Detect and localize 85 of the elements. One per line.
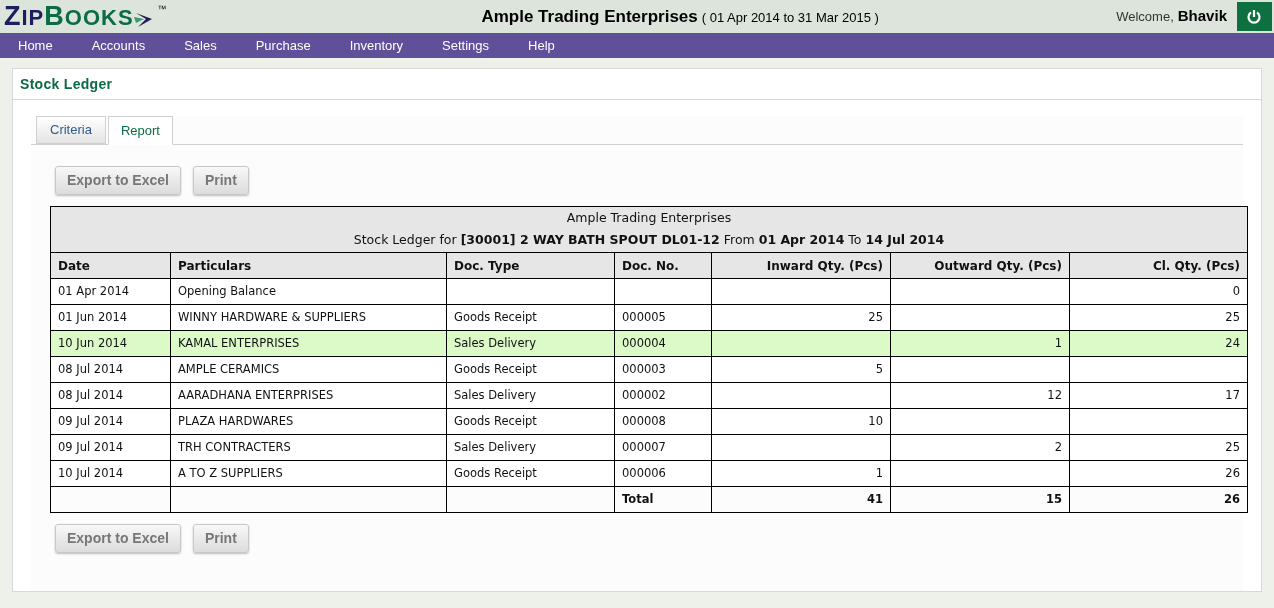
- power-icon: [1246, 8, 1263, 25]
- company-name: Ample Trading Enterprises: [481, 5, 698, 28]
- column-header: Particulars: [170, 252, 447, 279]
- table-cell: 01 Apr 2014: [50, 278, 171, 305]
- table-cell: 25: [1069, 304, 1248, 331]
- table-cell: PLAZA HARDWARES: [170, 408, 447, 435]
- nav-item[interactable]: Settings: [424, 35, 508, 56]
- table-cell: 000006: [614, 460, 712, 487]
- table-cell: Sales Delivery: [446, 330, 615, 357]
- table-cell: WINNY HARDWARE & SUPPLIERS: [170, 304, 447, 331]
- table-cell: Goods Receipt: [446, 408, 615, 435]
- nav-item[interactable]: Home: [0, 35, 71, 56]
- table-cell: 09 Jul 2014: [50, 408, 171, 435]
- total-cell: 26: [1069, 486, 1248, 513]
- table-cell: A TO Z SUPPLIERS: [170, 460, 447, 487]
- table-cell: 000002: [614, 382, 712, 409]
- table-row[interactable]: 09 Jul 2014 PLAZA HARDWARES Goods Receipt 000008 10: [50, 408, 1248, 435]
- zipbooks-logo: ZIPBOOKS ™: [4, 0, 168, 34]
- export-excel-button[interactable]: Export to Excel: [55, 524, 181, 553]
- column-header: Cl. Qty. (Pcs): [1069, 252, 1248, 279]
- table-cell: AMPLE CERAMICS: [170, 356, 447, 383]
- total-cell: Total: [614, 486, 712, 513]
- table-cell: 000008: [614, 408, 712, 435]
- table-cell: 000007: [614, 434, 712, 461]
- table-row[interactable]: 09 Jul 2014 TRH CONTRACTERS Sales Delivery 000007 2 25: [50, 434, 1248, 461]
- table-cell: 2: [890, 434, 1070, 461]
- power-button[interactable]: [1237, 2, 1272, 31]
- user-name: Bhavik: [1177, 6, 1227, 27]
- table-cell: Sales Delivery: [446, 434, 615, 461]
- table-row[interactable]: 01 Jun 2014 WINNY HARDWARE & SUPPLIERS Goods Receipt 000005 25 25: [50, 304, 1248, 331]
- table-cell: TRH CONTRACTERS: [170, 434, 447, 461]
- table-cell: 08 Jul 2014: [50, 356, 171, 383]
- table-cell: 000003: [614, 356, 712, 383]
- nav-item[interactable]: Help: [510, 35, 573, 56]
- table-cell: 000005: [614, 304, 712, 331]
- report-title: Ample Trading Enterprises: [565, 209, 733, 228]
- table-row[interactable]: 10 Jul 2014 A TO Z SUPPLIERS Goods Receipt 000006 1 26: [50, 460, 1248, 487]
- table-cell: AARADHANA ENTERPRISES: [170, 382, 447, 409]
- nav-item[interactable]: Purchase: [237, 35, 329, 56]
- table-cell: 12: [890, 382, 1070, 409]
- period-text: ( 01 Apr 2014 to 31 Mar 2015 ): [701, 8, 879, 27]
- total-cell: 41: [711, 486, 891, 513]
- tab[interactable]: Report: [107, 116, 173, 145]
- table-cell: 08 Jul 2014: [50, 382, 171, 409]
- column-header: Outward Qty. (Pcs): [890, 252, 1070, 279]
- table-row[interactable]: 08 Jul 2014 AARADHANA ENTERPRISES Sales Delivery 000002 12 17: [50, 382, 1248, 409]
- table-cell: 1: [890, 330, 1070, 357]
- page-title: Stock Ledger: [20, 74, 113, 94]
- nav-item[interactable]: Sales: [166, 35, 235, 56]
- table-cell: 10: [711, 408, 891, 435]
- table-cell: 1: [711, 460, 891, 487]
- table-cell: Opening Balance: [170, 278, 447, 305]
- column-header: Doc. Type: [446, 252, 615, 279]
- report-subtitle: Stock Ledger for [30001] 2 WAY BATH SPOUT DL01-12 From 01 Apr 2014 To 14 Jul 2014: [352, 231, 946, 249]
- welcome-text: Welcome,: [1116, 7, 1174, 26]
- nav-item[interactable]: Inventory: [331, 35, 422, 56]
- table-row[interactable]: 08 Jul 2014 AMPLE CERAMICS Goods Receipt 000003 5: [50, 356, 1248, 383]
- table-cell: 25: [1069, 434, 1248, 461]
- table-cell: 25: [711, 304, 891, 331]
- table-cell: 0: [1069, 278, 1248, 305]
- table-cell: KAMAL ENTERPRISES: [170, 330, 447, 357]
- print-button[interactable]: Print: [192, 524, 249, 553]
- nav-item[interactable]: Accounts: [73, 35, 164, 56]
- tab[interactable]: Criteria: [36, 116, 106, 144]
- table-row[interactable]: 10 Jun 2014 KAMAL ENTERPRISES Sales Delivery 000004 1 24: [50, 330, 1248, 357]
- table-cell: 09 Jul 2014: [50, 434, 171, 461]
- table-cell: 000004: [614, 330, 712, 357]
- table-cell: 26: [1069, 460, 1248, 487]
- column-header: Inward Qty. (Pcs): [711, 252, 891, 279]
- column-header: Doc. No.: [614, 252, 712, 279]
- table-cell: 5: [711, 356, 891, 383]
- table-cell: Goods Receipt: [446, 304, 615, 331]
- table-cell: 10 Jun 2014: [50, 330, 171, 357]
- column-header: Date: [50, 252, 171, 279]
- table-cell: 17: [1069, 382, 1248, 409]
- table-cell: 10 Jul 2014: [50, 460, 171, 487]
- total-cell: 15: [890, 486, 1070, 513]
- export-excel-button[interactable]: Export to Excel: [55, 166, 181, 195]
- table-row[interactable]: 01 Apr 2014 Opening Balance 0: [50, 278, 1248, 305]
- table-cell: Sales Delivery: [446, 382, 615, 409]
- table-cell: 01 Jun 2014: [50, 304, 171, 331]
- print-button[interactable]: Print: [192, 166, 249, 195]
- table-cell: Goods Receipt: [446, 460, 615, 487]
- table-cell: 24: [1069, 330, 1248, 357]
- table-cell: Goods Receipt: [446, 356, 615, 383]
